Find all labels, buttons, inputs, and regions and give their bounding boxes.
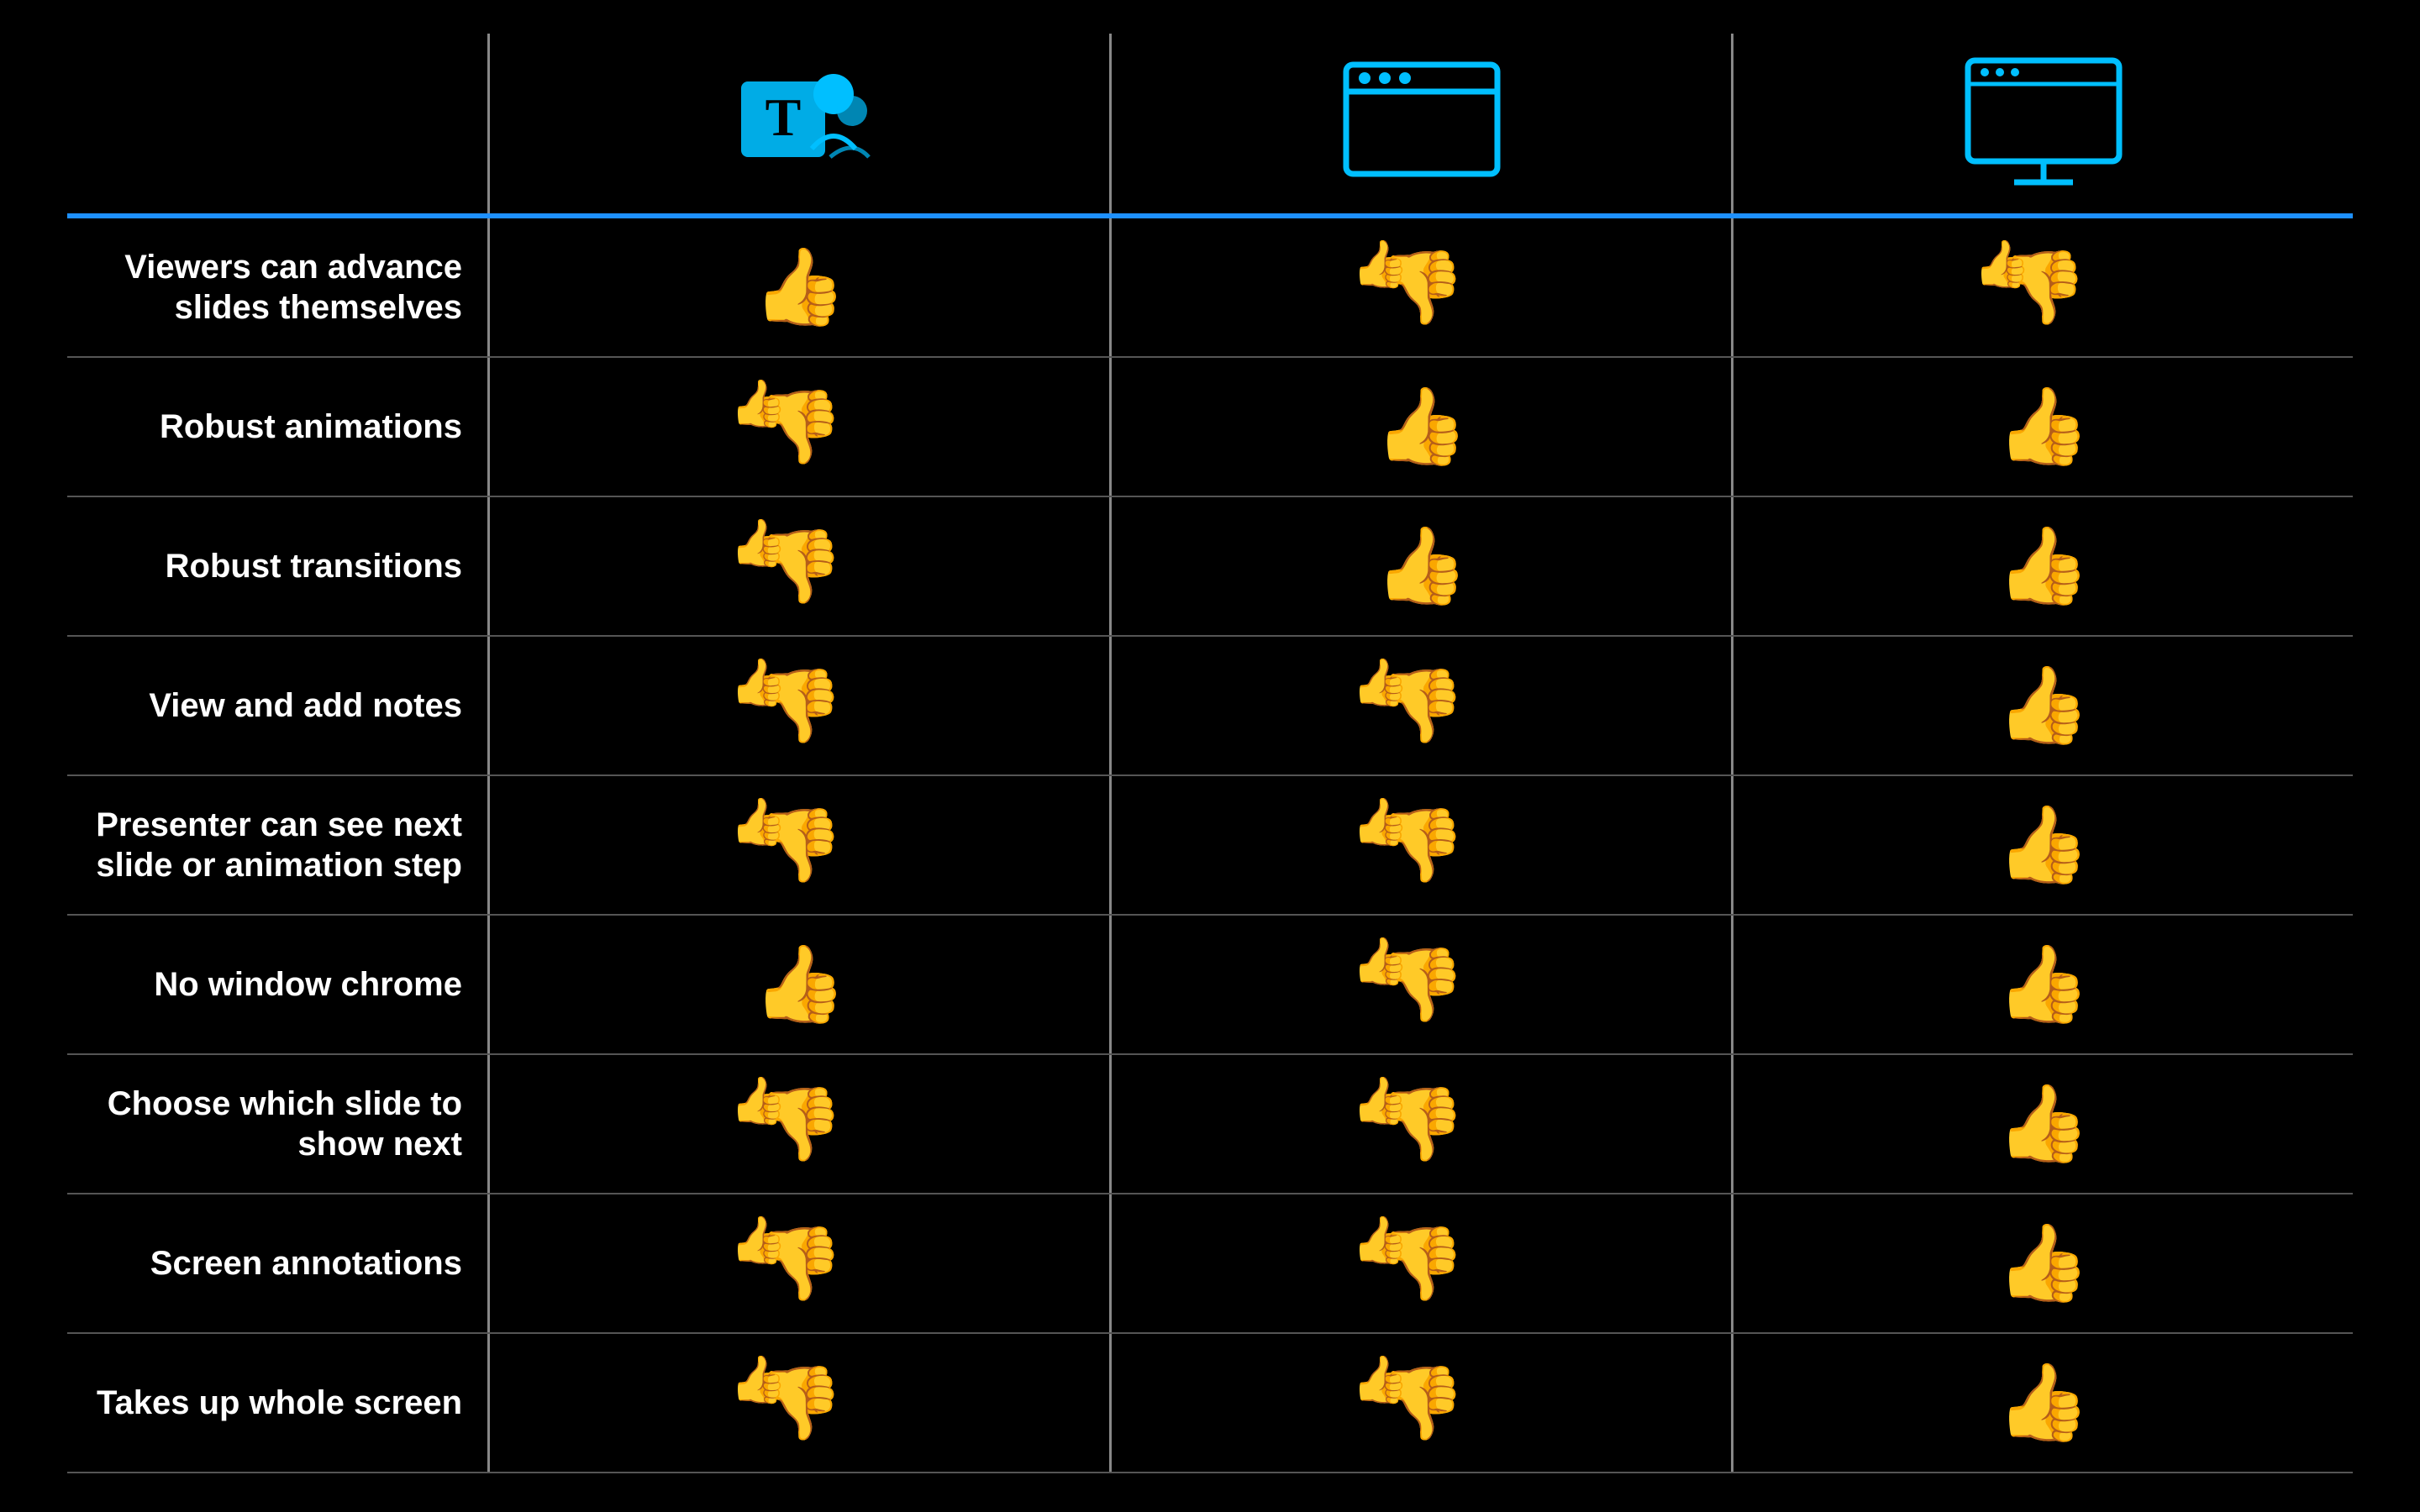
main-container: T (0, 0, 2420, 1512)
small-thumbs-up-icon: 👍 (730, 655, 787, 710)
table-row: Viewers can advance slides themselves 👍 … (67, 218, 2353, 358)
row-label-text: Screen annotations (150, 1243, 462, 1284)
cell-monitor: 👎 👍 (1731, 218, 2353, 356)
thumbs-up-icon: 👍 (1996, 947, 2090, 1022)
thumbs-up-icon: 👍 (1374, 528, 1468, 604)
cell-browser: 👎 👍 (1109, 1055, 1731, 1193)
row-label: Takes up whole screen (67, 1334, 487, 1472)
small-thumbs-up-icon: 👍 (730, 1074, 787, 1128)
small-thumbs-up-icon: 👍 (730, 795, 787, 849)
table-body: Viewers can advance slides themselves 👍 … (67, 218, 2353, 1473)
cell-teams: 👍 (487, 916, 1109, 1053)
row-label-text: Takes up whole screen (97, 1383, 462, 1423)
table-row: No window chrome 👍 👎 👍 👍 (67, 916, 2353, 1055)
row-label-text: Robust transitions (166, 546, 462, 586)
table-row: Robust animations 👎 👍 👍 👍 (67, 358, 2353, 497)
teams-icon: T (490, 34, 1109, 213)
thumbs-up-icon: 👍 (1996, 807, 2090, 883)
thumbs-up-icon: 👍 (1996, 1086, 2090, 1162)
comparison-table: T (67, 34, 2353, 1478)
cell-browser: 👎 👍 (1109, 776, 1731, 914)
thumbs-up-icon: 👍 (1996, 528, 2090, 604)
small-thumbs-up-icon: 👍 (730, 516, 787, 570)
small-thumbs-up-icon: 👍 (1352, 1352, 1409, 1407)
row-label: Choose which slide to show next (67, 1055, 487, 1193)
cell-teams: 👎 👍 (487, 637, 1109, 774)
cell-monitor: 👍 (1731, 1334, 2353, 1472)
small-thumbs-up-icon: 👍 (730, 1213, 787, 1268)
cell-monitor: 👍 (1731, 1194, 2353, 1332)
cell-browser: 👍 (1109, 497, 1731, 635)
row-label-text: Robust animations (160, 407, 462, 447)
small-thumbs-up-icon: 👍 (1974, 237, 2031, 291)
table-row: Presenter can see next slide or animatio… (67, 776, 2353, 916)
table-row: Screen annotations 👎 👍 👎 👍 👍 (67, 1194, 2353, 1334)
cell-monitor: 👍 (1731, 916, 2353, 1053)
cell-teams: 👎 👍 (487, 497, 1109, 635)
row-label: Viewers can advance slides themselves (67, 218, 487, 356)
thumbs-up-icon: 👍 (1996, 668, 2090, 743)
cell-teams: 👎 👍 (487, 1055, 1109, 1193)
cell-monitor: 👍 (1731, 497, 2353, 635)
thumbs-up-icon: 👍 (752, 947, 846, 1022)
row-label-text: Presenter can see next slide or animatio… (67, 805, 462, 885)
column-header-browser (1109, 34, 1731, 213)
thumbs-up-icon: 👍 (1996, 1226, 2090, 1301)
row-label-text: Viewers can advance slides themselves (67, 247, 462, 328)
column-header-teams: T (487, 34, 1109, 213)
row-label: No window chrome (67, 916, 487, 1053)
cell-teams: 👎 👍 (487, 776, 1109, 914)
header-label-col (67, 34, 487, 213)
cell-browser: 👎 👍 (1109, 1334, 1731, 1472)
svg-text:T: T (765, 87, 801, 147)
small-thumbs-up-icon: 👍 (1352, 1213, 1409, 1268)
cell-teams: 👍 (487, 218, 1109, 356)
table-row: Choose which slide to show next 👎 👍 👎 👍 … (67, 1055, 2353, 1194)
row-label: Robust animations (67, 358, 487, 496)
cell-browser: 👍 (1109, 358, 1731, 496)
thumbs-up-icon: 👍 (1996, 1365, 2090, 1441)
cell-monitor: 👍 (1731, 637, 2353, 774)
cell-browser: 👎 👍 (1109, 1194, 1731, 1332)
row-label-text: Choose which slide to show next (67, 1084, 462, 1164)
table-header: T (67, 34, 2353, 218)
row-label: Presenter can see next slide or animatio… (67, 776, 487, 914)
cell-teams: 👎 👍 (487, 358, 1109, 496)
cell-monitor: 👍 (1731, 776, 2353, 914)
thumbs-up-icon: 👍 (752, 249, 846, 325)
table-row: Robust transitions 👎 👍 👍 👍 (67, 497, 2353, 637)
cell-browser: 👎 👍 (1109, 218, 1731, 356)
thumbs-up-icon: 👍 (1374, 389, 1468, 465)
row-label: Robust transitions (67, 497, 487, 635)
row-label: Screen annotations (67, 1194, 487, 1332)
small-thumbs-up-icon: 👍 (1352, 934, 1409, 989)
monitor-icon (1733, 34, 2353, 213)
cell-teams: 👎 👍 (487, 1194, 1109, 1332)
small-thumbs-up-icon: 👍 (1352, 795, 1409, 849)
small-thumbs-up-icon: 👍 (1352, 237, 1409, 291)
cell-browser: 👎 👍 (1109, 916, 1731, 1053)
table-row: Takes up whole screen 👎 👍 👎 👍 👍 (67, 1334, 2353, 1473)
column-header-monitor (1731, 34, 2353, 213)
browser-icon (1112, 34, 1731, 213)
row-label-text: No window chrome (154, 964, 462, 1005)
cell-browser: 👎 👍 (1109, 637, 1731, 774)
cell-monitor: 👍 (1731, 358, 2353, 496)
row-label: View and add notes (67, 637, 487, 774)
small-thumbs-up-icon: 👍 (1352, 1074, 1409, 1128)
table-row: View and add notes 👎 👍 👎 👍 👍 (67, 637, 2353, 776)
thumbs-up-icon: 👍 (1996, 389, 2090, 465)
small-thumbs-up-icon: 👍 (730, 1352, 787, 1407)
small-thumbs-up-icon: 👍 (730, 376, 787, 431)
cell-teams: 👎 👍 (487, 1334, 1109, 1472)
row-label-text: View and add notes (149, 685, 462, 726)
small-thumbs-up-icon: 👍 (1352, 655, 1409, 710)
cell-monitor: 👍 (1731, 1055, 2353, 1193)
